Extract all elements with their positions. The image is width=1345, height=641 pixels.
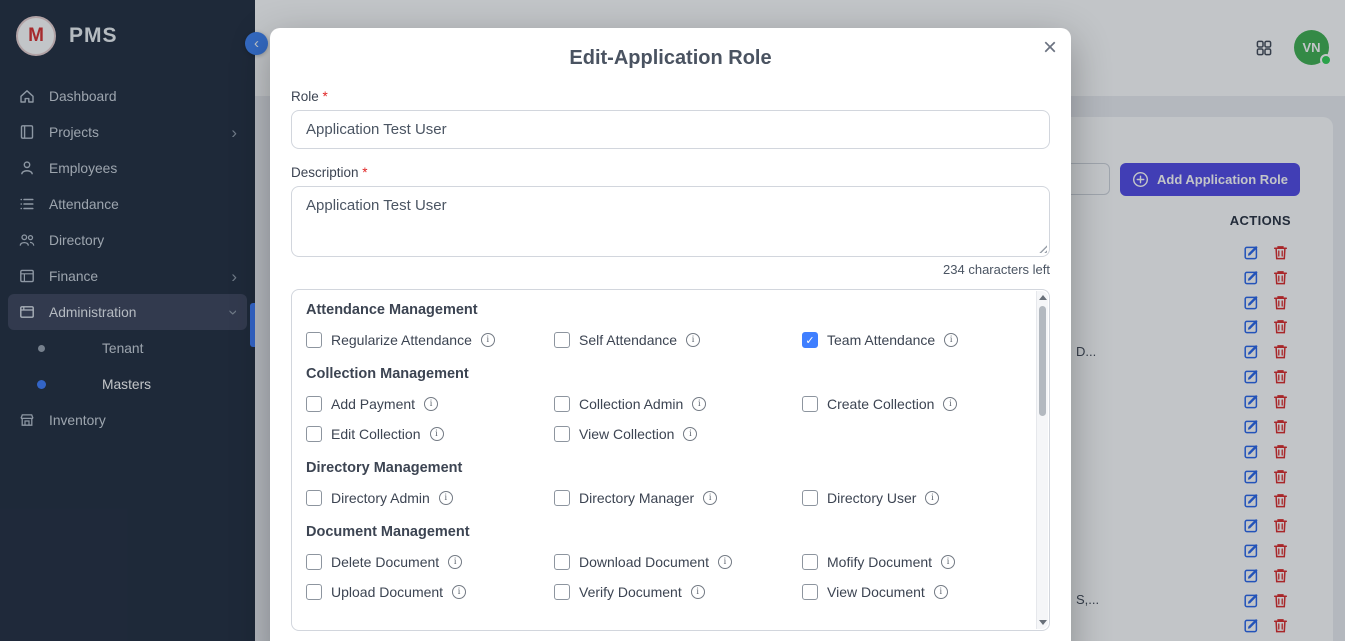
permission-label: Delete Document [331, 554, 439, 570]
scroll-down-arrow-icon[interactable] [1039, 620, 1047, 625]
checkbox[interactable] [802, 554, 818, 570]
checkbox[interactable] [802, 490, 818, 506]
permission-group: Collection ManagementAdd PaymentiCollect… [306, 366, 1020, 444]
permission-label: Directory Admin [331, 490, 430, 506]
permissions-panel: Attendance Management Regularize Attendan… [291, 289, 1050, 631]
permission-group-title: Collection Management [306, 366, 1020, 382]
chars-left: 234 characters left [291, 262, 1050, 278]
info-icon[interactable]: i [686, 333, 700, 347]
permission-label: View Document [827, 584, 925, 600]
permission-label: Download Document [579, 554, 709, 570]
close-icon[interactable]: × [1043, 36, 1057, 60]
permission-label: Verify Document [579, 584, 682, 600]
info-icon[interactable]: i [934, 585, 948, 599]
info-icon[interactable]: i [452, 585, 466, 599]
description-textarea[interactable]: Application Test User [291, 186, 1050, 257]
permission-edit-collection[interactable]: Edit Collection i [306, 424, 554, 444]
required-asterisk: * [323, 89, 328, 104]
permission-label: Mofify Document [827, 554, 932, 570]
modal-title: Edit-Application Role [291, 28, 1050, 73]
checkbox[interactable] [554, 426, 570, 442]
permission-add-payment[interactable]: Add Payment i [306, 394, 554, 414]
info-icon[interactable]: i [692, 397, 706, 411]
permission-label: Edit Collection [331, 426, 421, 442]
permission-label: View Collection [579, 426, 674, 442]
checkbox[interactable] [554, 554, 570, 570]
screen: VN Add Application Role ACTIONS D... S,.… [0, 0, 1345, 641]
info-icon[interactable]: i [943, 397, 957, 411]
permission-group: Attendance Management Regularize Attendan… [306, 302, 1020, 350]
permission-label: Directory Manager [579, 490, 694, 506]
checkbox[interactable] [306, 584, 322, 600]
checkbox[interactable] [306, 490, 322, 506]
permission-label: Add Payment [331, 396, 415, 412]
permission-download-document[interactable]: Download Document i [554, 552, 802, 572]
checkbox[interactable] [306, 396, 322, 412]
info-icon[interactable]: i [430, 427, 444, 441]
scrollbar [1036, 291, 1048, 629]
description-label: Description * [291, 165, 1050, 180]
permission-label: Upload Document [331, 584, 443, 600]
permission-label: Directory User [827, 490, 916, 506]
permissions-list: Attendance Management Regularize Attendan… [292, 290, 1036, 630]
description-field-wrap: Application Test User [291, 186, 1050, 257]
permission-group: Document ManagementDelete DocumentiDownl… [306, 524, 1020, 602]
info-icon[interactable]: i [941, 555, 955, 569]
info-icon[interactable]: i [683, 427, 697, 441]
info-icon[interactable]: i [691, 585, 705, 599]
info-icon[interactable]: i [481, 333, 495, 347]
permission-directory-manager[interactable]: Directory Manager i [554, 488, 802, 508]
permission-directory-admin[interactable]: Directory Admin i [306, 488, 554, 508]
required-asterisk: * [362, 165, 367, 180]
info-icon[interactable]: i [703, 491, 717, 505]
permission-upload-document[interactable]: Upload Document i [306, 582, 554, 602]
permission-view-document[interactable]: View Document i [802, 582, 1020, 602]
info-icon[interactable]: i [424, 397, 438, 411]
checkbox[interactable] [306, 332, 322, 348]
checkbox[interactable] [554, 396, 570, 412]
scroll-up-arrow-icon[interactable] [1039, 295, 1047, 300]
permission-label: Collection Admin [579, 396, 683, 412]
checkbox[interactable] [554, 490, 570, 506]
info-icon[interactable]: i [944, 333, 958, 347]
permission-label: Self Attendance [579, 332, 677, 348]
checkbox[interactable] [802, 396, 818, 412]
permission-mofify-document[interactable]: Mofify Document i [802, 552, 1020, 572]
permission-view-collection[interactable]: View Collection i [554, 424, 802, 444]
permission-verify-document[interactable]: Verify Document i [554, 582, 802, 602]
permission-delete-document[interactable]: Delete Document i [306, 552, 554, 572]
permission-group-title: Directory Management [306, 460, 1020, 476]
checkbox[interactable] [554, 584, 570, 600]
edit-application-role-modal: × Edit-Application Role Role * Descripti… [270, 28, 1071, 641]
info-icon[interactable]: i [448, 555, 462, 569]
permission-create-collection[interactable]: Create Collection i [802, 394, 1020, 414]
permission-label: Team Attendance [827, 332, 935, 348]
permission-label: Regularize Attendance [331, 332, 472, 348]
permission-group-title: Attendance Management [306, 302, 1020, 318]
permission-regularize-attendance[interactable]: Regularize Attendance i [306, 330, 554, 350]
permission-self-attendance[interactable]: Self Attendance i [554, 330, 802, 350]
checkbox[interactable] [306, 554, 322, 570]
permission-collection-admin[interactable]: Collection Admin i [554, 394, 802, 414]
info-icon[interactable]: i [439, 491, 453, 505]
role-label: Role * [291, 89, 1050, 104]
description-label-text: Description [291, 165, 359, 180]
permission-team-attendance[interactable]: ✓ Team Attendance i [802, 330, 1020, 350]
checkbox[interactable]: ✓ [802, 332, 818, 348]
scrollbar-thumb[interactable] [1039, 306, 1046, 416]
checkbox[interactable] [306, 426, 322, 442]
permission-group-title: Document Management [306, 524, 1020, 540]
permission-label: Create Collection [827, 396, 934, 412]
checkbox[interactable] [802, 584, 818, 600]
permission-directory-user[interactable]: Directory User i [802, 488, 1020, 508]
permission-group: Directory ManagementDirectory AdminiDire… [306, 460, 1020, 508]
role-input[interactable] [291, 110, 1050, 149]
checkbox[interactable] [554, 332, 570, 348]
info-icon[interactable]: i [925, 491, 939, 505]
info-icon[interactable]: i [718, 555, 732, 569]
role-label-text: Role [291, 89, 319, 104]
